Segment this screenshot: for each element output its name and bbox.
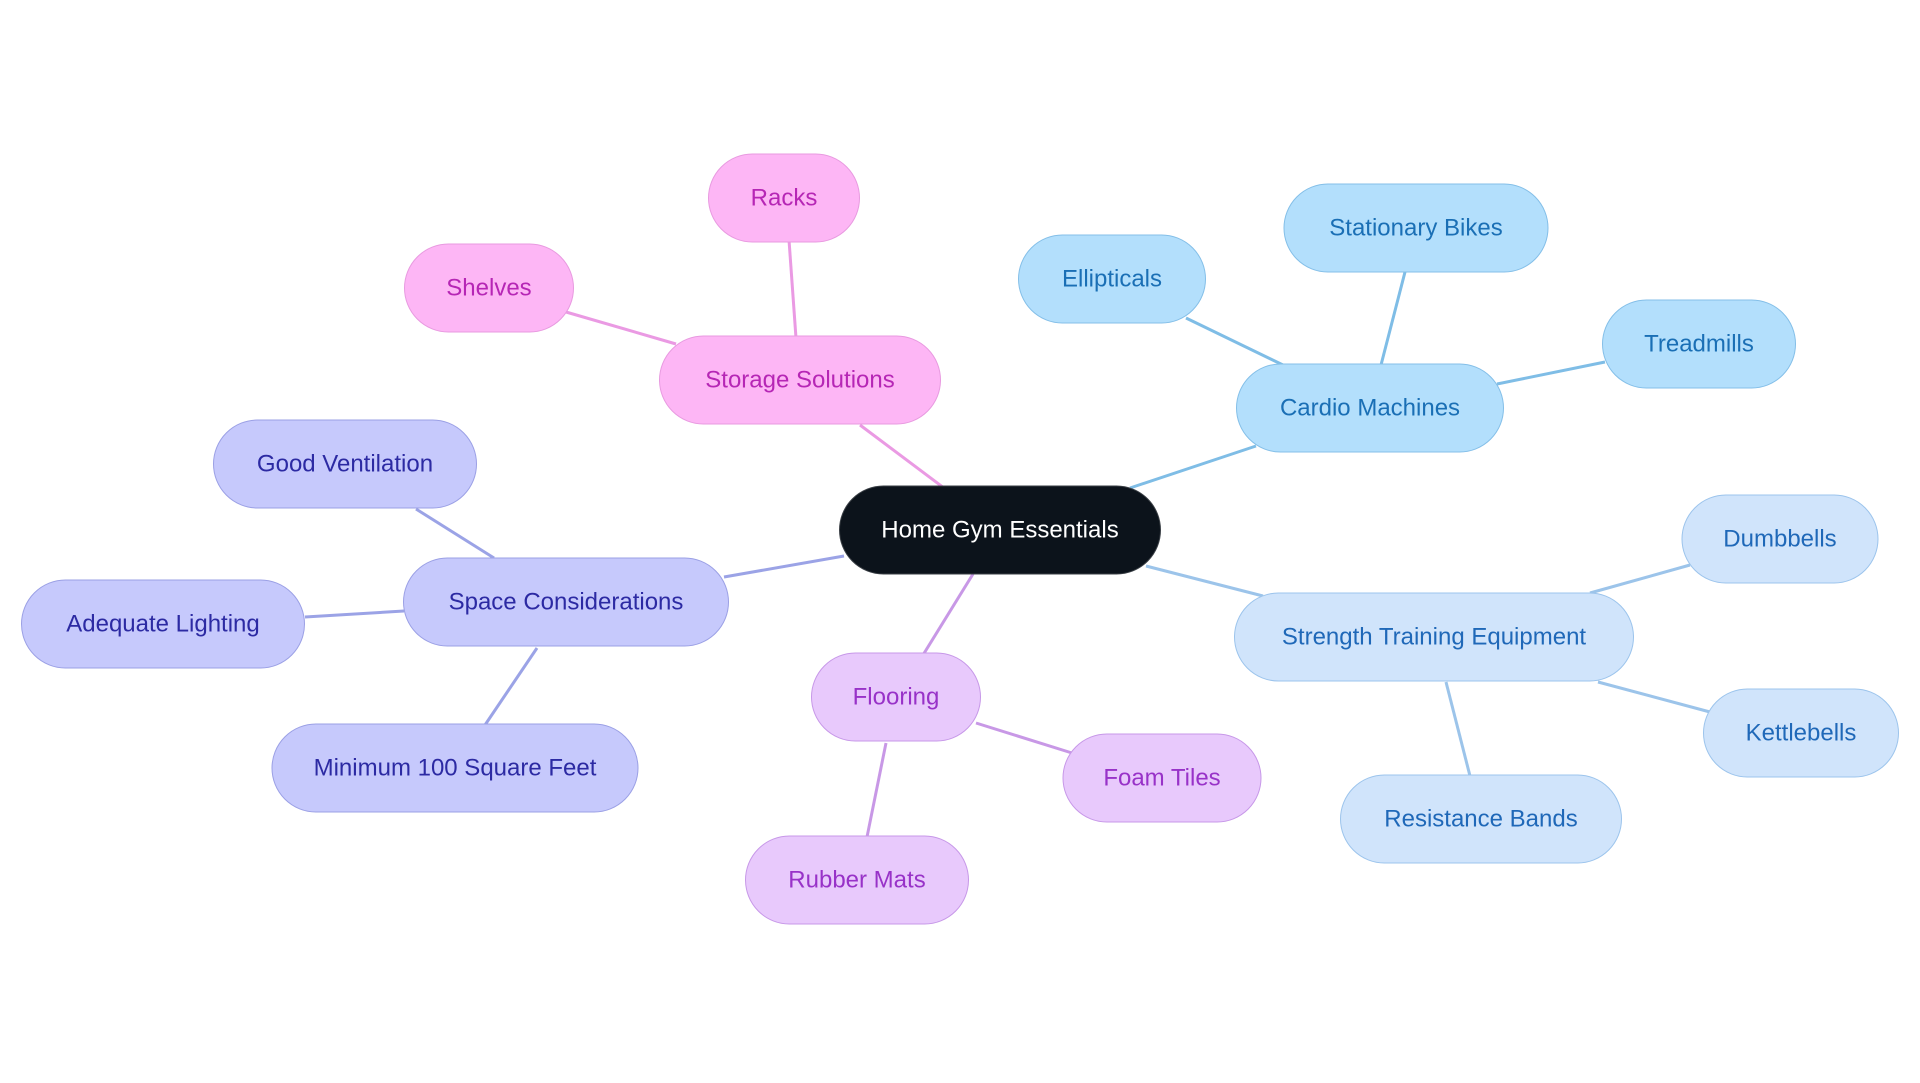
- node-resistance-bands[interactable]: Resistance Bands: [1340, 774, 1622, 864]
- node-ellipticals[interactable]: Ellipticals: [1018, 234, 1206, 324]
- node-stationary-bikes[interactable]: Stationary Bikes: [1283, 183, 1549, 273]
- node-rubber-mats[interactable]: Rubber Mats: [745, 835, 969, 925]
- node-storage-solutions[interactable]: Storage Solutions: [659, 335, 941, 425]
- edge-space-ventilation: [415, 507, 495, 560]
- node-treadmills[interactable]: Treadmills: [1602, 299, 1796, 389]
- node-strength-training-equipment[interactable]: Strength Training Equipment: [1234, 592, 1634, 682]
- edge-strength-dumbbells: [1589, 563, 1691, 595]
- edge-storage-shelves: [565, 310, 677, 346]
- node-good-ventilation[interactable]: Good Ventilation: [213, 419, 477, 509]
- edge-root-cardio: [1129, 444, 1257, 490]
- edge-root-strength: [1145, 564, 1264, 598]
- edge-flooring-rubber: [865, 742, 888, 838]
- edge-strength-kettlebells: [1597, 680, 1711, 714]
- root-node[interactable]: Home Gym Essentials: [839, 485, 1161, 575]
- node-shelves[interactable]: Shelves: [404, 243, 574, 333]
- edge-root-space: [723, 554, 845, 579]
- node-racks[interactable]: Racks: [708, 153, 860, 243]
- edge-root-flooring: [921, 573, 975, 656]
- edge-space-lighting: [304, 609, 405, 619]
- node-flooring[interactable]: Flooring: [811, 652, 981, 742]
- edge-cardio-ellipticals: [1185, 316, 1284, 367]
- node-foam-tiles[interactable]: Foam Tiles: [1062, 733, 1262, 823]
- edge-flooring-foam: [975, 721, 1073, 755]
- node-space-considerations[interactable]: Space Considerations: [403, 557, 729, 647]
- edge-cardio-treadmills: [1496, 360, 1606, 386]
- edge-strength-bands: [1444, 681, 1472, 777]
- node-adequate-lighting[interactable]: Adequate Lighting: [21, 579, 305, 669]
- edge-storage-racks: [787, 239, 798, 339]
- edge-cardio-bikes: [1379, 271, 1407, 366]
- edge-space-sqft: [483, 647, 539, 726]
- node-kettlebells[interactable]: Kettlebells: [1703, 688, 1899, 778]
- node-cardio-machines[interactable]: Cardio Machines: [1236, 363, 1504, 453]
- node-dumbbells[interactable]: Dumbbells: [1681, 494, 1879, 584]
- node-minimum-100-square-feet[interactable]: Minimum 100 Square Feet: [271, 723, 639, 813]
